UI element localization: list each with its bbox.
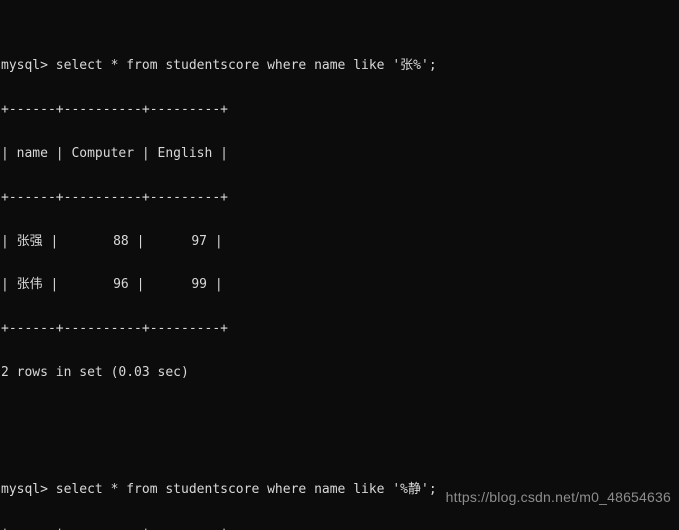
mysql-terminal-window[interactable]: mysql> select * from studentscore where …: [0, 0, 679, 530]
table-separator: +------+----------+---------+: [1, 189, 228, 205]
table-row: | 张伟 | 96 | 99 |: [1, 277, 223, 293]
watermark-url: https://blog.csdn.net/m0_48654636: [445, 489, 671, 506]
result-status: 2 rows in set (0.03 sec): [1, 364, 189, 380]
table-separator: +------+----------+---------+: [1, 526, 452, 530]
command-line: mysql> select * from studentscore where …: [1, 481, 437, 497]
table-header-row: | name | Computer | English |: [1, 145, 228, 161]
table-row: | 张强 | 88 | 97 |: [1, 233, 223, 249]
table-separator: +------+----------+---------+: [1, 321, 228, 337]
command-line: mysql> select * from studentscore where …: [1, 58, 437, 74]
table-separator: +------+----------+---------+: [1, 102, 228, 118]
terminal-screen: mysql> select * from studentscore where …: [0, 0, 452, 530]
